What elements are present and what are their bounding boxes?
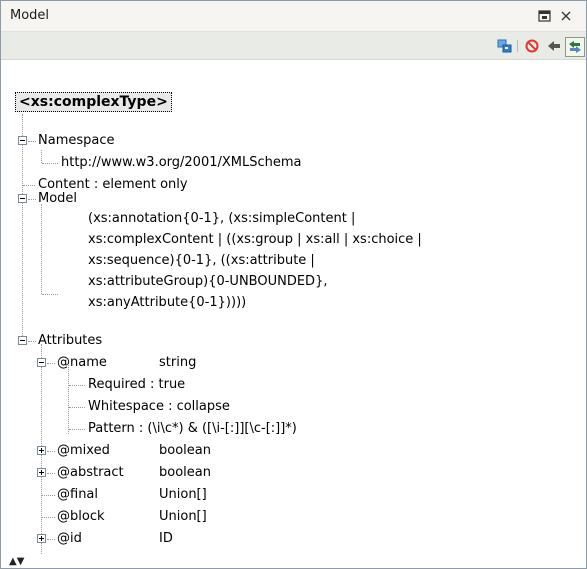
collapse-model-toggle[interactable] bbox=[18, 194, 27, 203]
sync-with-editor-icon[interactable] bbox=[496, 37, 514, 55]
tree-connector bbox=[68, 362, 69, 434]
attribute-name[interactable]: @abstract bbox=[57, 464, 124, 481]
attribute-type: Union[] bbox=[159, 509, 207, 524]
view-title-bar: Model bbox=[1, 1, 586, 32]
attribute-detail[interactable]: Pattern : (\i\c*) & ([\i-[:]][\c-[:]]*) bbox=[88, 420, 297, 437]
tree-connector bbox=[23, 185, 35, 186]
attribute-name[interactable]: @block bbox=[57, 508, 105, 525]
model-view-panel: Model <xs:complexType> Namespace http://… bbox=[0, 0, 587, 569]
attribute-detail[interactable]: Required : true bbox=[88, 376, 185, 393]
view-toolbar bbox=[1, 32, 586, 60]
view-title: Model bbox=[10, 8, 50, 23]
expand-attribute-id-toggle[interactable] bbox=[37, 534, 46, 543]
tree-connector bbox=[28, 341, 36, 342]
attribute-type: Union[] bbox=[159, 487, 207, 502]
tree-connector bbox=[28, 141, 36, 142]
tree-connector bbox=[28, 199, 36, 200]
attribute-detail[interactable]: Whitespace : collapse bbox=[88, 398, 230, 415]
namespace-value[interactable]: http://www.w3.org/2001/XMLSchema bbox=[61, 154, 302, 171]
namespace-label[interactable]: Namespace bbox=[38, 132, 115, 149]
model-expression-line[interactable]: (xs:annotation{0-1}, (xs:simpleContent | bbox=[88, 210, 355, 227]
attribute-type: ID bbox=[159, 531, 173, 546]
attribute-name[interactable]: @final bbox=[57, 486, 98, 503]
model-tree: <xs:complexType> Namespace http://www.w3… bbox=[1, 60, 586, 568]
tree-connector bbox=[47, 473, 55, 474]
tree-connector bbox=[42, 163, 58, 164]
block-icon[interactable] bbox=[523, 37, 541, 55]
maximize-icon[interactable] bbox=[536, 8, 552, 24]
attribute-type: boolean bbox=[159, 443, 211, 458]
tree-connector bbox=[69, 429, 85, 430]
tree-connector bbox=[22, 114, 23, 344]
tree-connector bbox=[47, 363, 55, 364]
expand-attribute-mixed-toggle[interactable] bbox=[37, 446, 46, 455]
tree-connector bbox=[42, 517, 55, 518]
collapse-namespace-toggle[interactable] bbox=[18, 136, 27, 145]
attribute-type: string bbox=[159, 355, 197, 370]
tree-connector bbox=[42, 495, 55, 496]
collapse-attribute-name-toggle[interactable] bbox=[37, 358, 46, 367]
root-node[interactable]: <xs:complexType> bbox=[15, 92, 172, 112]
model-expression-line[interactable]: xs:complexContent | ((xs:group | xs:all … bbox=[88, 231, 422, 248]
model-label[interactable]: Model bbox=[38, 190, 77, 207]
model-expression-line[interactable]: xs:sequence){0-1}, ((xs:attribute | bbox=[88, 252, 315, 269]
attribute-name[interactable]: @id bbox=[57, 530, 82, 547]
attribute-type: boolean bbox=[159, 465, 211, 480]
back-icon[interactable] bbox=[545, 37, 563, 55]
close-icon[interactable] bbox=[558, 8, 574, 24]
tree-connector bbox=[41, 150, 42, 163]
scroll-arrows-icon[interactable]: ▲▼ bbox=[9, 557, 24, 567]
model-expression-line[interactable]: xs:attributeGroup){0-UNBOUNDED}, bbox=[88, 273, 327, 290]
collapse-attributes-toggle[interactable] bbox=[18, 336, 27, 345]
tree-connector bbox=[47, 539, 55, 540]
tree-connector bbox=[69, 385, 85, 386]
tree-connector bbox=[47, 451, 55, 452]
link-with-editor-icon[interactable] bbox=[565, 37, 585, 57]
toolbar-separator bbox=[517, 40, 518, 52]
attribute-name[interactable]: @name bbox=[57, 354, 107, 371]
model-expression-line[interactable]: xs:anyAttribute{0-1})))) bbox=[88, 294, 246, 311]
attributes-label[interactable]: Attributes bbox=[38, 332, 102, 349]
tree-connector bbox=[41, 204, 42, 294]
tree-connector bbox=[42, 294, 58, 295]
expand-attribute-abstract-toggle[interactable] bbox=[37, 468, 46, 477]
attribute-name[interactable]: @mixed bbox=[57, 442, 110, 459]
tree-connector bbox=[69, 407, 85, 408]
